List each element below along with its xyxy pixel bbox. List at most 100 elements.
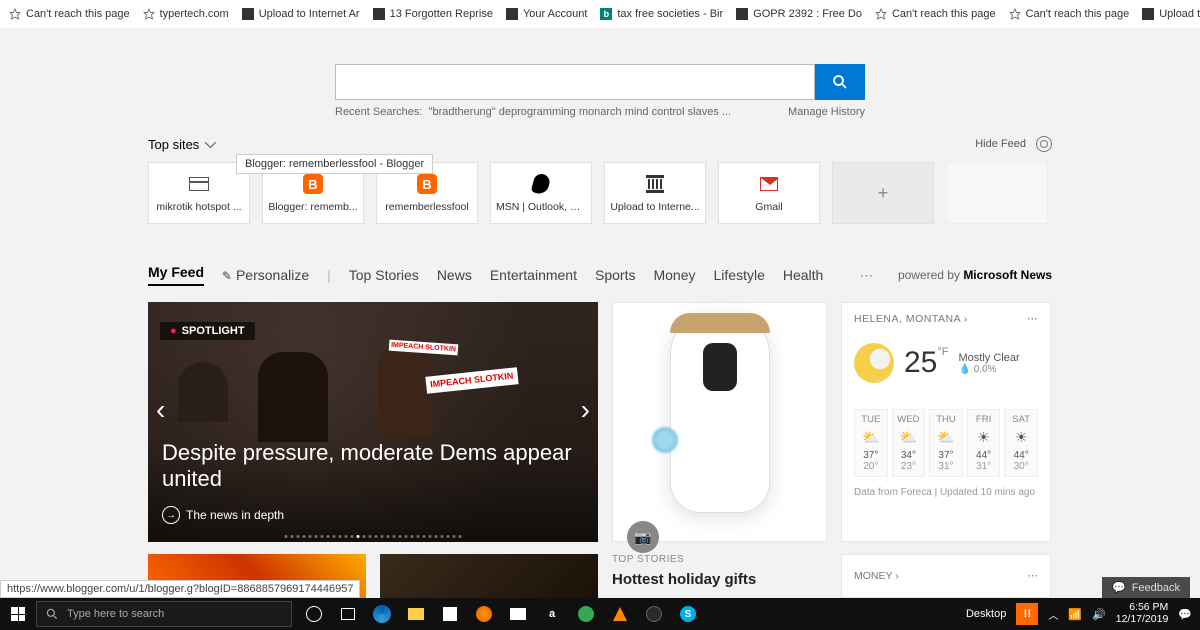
- card-more-icon[interactable]: ⋯: [1027, 313, 1038, 325]
- notification-app-icon[interactable]: !!: [1016, 603, 1038, 625]
- action-center-icon[interactable]: 💬: [1178, 608, 1192, 621]
- weather-location[interactable]: HELENA, MONTANA ›: [854, 313, 968, 325]
- forecast-day[interactable]: TUE⛅37°20°: [854, 409, 888, 477]
- volume-icon[interactable]: 🔊: [1092, 608, 1106, 621]
- forecast-day[interactable]: WED⛅34°23°: [892, 409, 926, 477]
- weather-condition: Mostly Clear: [959, 352, 1020, 364]
- taskbar-app-amazon[interactable]: a: [536, 598, 568, 630]
- feed-nav-item[interactable]: Sports: [595, 267, 635, 283]
- bookmark-item[interactable]: Upload to Internet Ar: [1141, 7, 1200, 21]
- amazon-icon: a: [549, 608, 555, 620]
- weather-card[interactable]: HELENA, MONTANA › ⋯ 25°F Mostly Clear 💧 …: [841, 302, 1051, 542]
- manage-history-link[interactable]: Manage History: [788, 106, 865, 118]
- internet-archive-icon: [646, 175, 664, 193]
- taskbar-app-vlc[interactable]: [604, 598, 636, 630]
- taskbar-app-skype[interactable]: S: [672, 598, 704, 630]
- feed-nav-item[interactable]: Money: [653, 267, 695, 283]
- comment-icon: 💬: [1112, 581, 1126, 594]
- bookmark-item[interactable]: Can't reach this page: [874, 7, 996, 21]
- current-temp: 25: [904, 346, 937, 379]
- bookmark-item[interactable]: GOPR 2392 : Free Do: [735, 7, 862, 21]
- bookmark-label: typertech.com: [160, 8, 229, 20]
- bookmark-item[interactable]: typertech.com: [142, 7, 229, 21]
- forecast-day[interactable]: SAT☀44°30°: [1004, 409, 1038, 477]
- tray-chevron-up-icon[interactable]: ︿: [1048, 607, 1058, 622]
- bookmark-item[interactable]: Your Account: [505, 7, 587, 21]
- forecast-low: 31°: [930, 461, 962, 472]
- blogger-icon: B: [417, 174, 437, 194]
- cortana-icon[interactable]: [298, 598, 330, 630]
- search-button[interactable]: [815, 64, 865, 100]
- forecast-high: 44°: [1005, 450, 1037, 461]
- network-icon[interactable]: 📶: [1068, 608, 1082, 621]
- bookmark-item[interactable]: 13 Forgotten Reprise: [372, 7, 493, 21]
- weather-icon: ☀: [1005, 429, 1037, 446]
- recent-label: Recent Searches:: [335, 106, 422, 118]
- top-site-tile[interactable]: Upload to Interne...: [604, 162, 706, 224]
- news-thumb[interactable]: [380, 554, 598, 598]
- bookmark-item[interactable]: Can't reach this page: [1008, 7, 1130, 21]
- top-site-tile[interactable]: MSN | Outlook, O...: [490, 162, 592, 224]
- top-sites-heading[interactable]: Top sites: [148, 137, 213, 152]
- feed-nav-item[interactable]: Lifestyle: [714, 267, 765, 283]
- tile-label: MSN | Outlook, O...: [496, 201, 586, 213]
- bookmark-item[interactable]: Upload to Internet Ar: [241, 7, 360, 21]
- taskbar-app-edge[interactable]: [366, 598, 398, 630]
- taskbar-search[interactable]: Type here to search: [36, 601, 292, 627]
- star-icon: [143, 8, 155, 20]
- favicon: [736, 8, 748, 20]
- forecast-day[interactable]: THU⛅37°31°: [929, 409, 963, 477]
- desktop-toolbar-label[interactable]: Desktop: [966, 608, 1006, 620]
- task-view-icon[interactable]: [332, 598, 364, 630]
- taskbar-app-generic[interactable]: [638, 598, 670, 630]
- taskbar-search-placeholder: Type here to search: [67, 608, 164, 620]
- weather-source-note: Data from Foreca | Updated 10 mins ago: [854, 487, 1038, 498]
- feedback-button[interactable]: 💬 Feedback: [1102, 577, 1190, 598]
- msn-icon: [531, 172, 552, 195]
- taskbar-app-mail[interactable]: [502, 598, 534, 630]
- camera-icon[interactable]: 📷: [627, 521, 659, 553]
- start-button[interactable]: [0, 598, 36, 630]
- product-image: [670, 313, 770, 513]
- search-input[interactable]: [335, 64, 815, 100]
- feed-nav: My Feed ✎ Personalize | Top Stories News E…: [148, 264, 1052, 286]
- taskbar-app-store[interactable]: [434, 598, 466, 630]
- tab-my-feed[interactable]: My Feed: [148, 264, 204, 286]
- add-tile-button[interactable]: +: [832, 162, 934, 224]
- carousel-next-button[interactable]: ›: [581, 394, 590, 426]
- top-site-tile[interactable]: Gmail: [718, 162, 820, 224]
- taskbar-app-explorer[interactable]: [400, 598, 432, 630]
- bookmark-label: Can't reach this page: [1026, 8, 1130, 20]
- carousel-prev-button[interactable]: ‹: [156, 394, 165, 426]
- carousel-dots[interactable]: [285, 535, 462, 538]
- news-in-depth-link[interactable]: → The news in depth: [162, 506, 284, 524]
- hide-feed-link[interactable]: Hide Feed: [975, 138, 1026, 150]
- personalize-link[interactable]: ✎ Personalize: [222, 267, 309, 283]
- top-story-card-image[interactable]: 📷: [612, 302, 827, 542]
- feed-nav-item[interactable]: Health: [783, 267, 823, 283]
- taskbar-app-firefox[interactable]: [468, 598, 500, 630]
- taskbar-app-tripadvisor[interactable]: [570, 598, 602, 630]
- taskbar-clock[interactable]: 6:56 PM 12/17/2019: [1116, 602, 1169, 625]
- divider: |: [327, 267, 331, 283]
- recent-terms[interactable]: "bradtherung" deprogramming monarch mind…: [429, 106, 732, 118]
- top-stories-card[interactable]: TOP STORIES Hottest holiday gifts: [612, 554, 827, 598]
- money-card[interactable]: MONEY › ⋯: [841, 554, 1051, 598]
- feed-nav-item[interactable]: Top Stories: [349, 267, 419, 283]
- card-more-icon[interactable]: ⋯: [1028, 570, 1039, 582]
- bookmark-item[interactable]: btax free societies - Bir: [599, 7, 723, 21]
- gear-icon[interactable]: [1036, 136, 1052, 152]
- store-icon: [443, 607, 457, 621]
- feed-nav-item[interactable]: Entertainment: [490, 267, 577, 283]
- feed-nav-more[interactable]: ⋯: [859, 267, 873, 284]
- recent-searches-row: Recent Searches: "bradtherung" deprogram…: [335, 106, 865, 118]
- forecast-high: 37°: [855, 450, 887, 461]
- top-site-tile[interactable]: mikrotik hotspot ...: [148, 162, 250, 224]
- feed-nav-item[interactable]: News: [437, 267, 472, 283]
- forecast-day[interactable]: FRI☀44°31°: [967, 409, 1001, 477]
- bookmark-item[interactable]: Can't reach this page: [8, 7, 130, 21]
- spotlight-card[interactable]: IMPEACH SLOTKIN IMPEACH SLOTKIN SPOTLIGH…: [148, 302, 598, 542]
- edge-icon: [373, 605, 391, 623]
- weather-icon: ☀: [968, 429, 1000, 446]
- chevron-right-icon: ›: [964, 313, 968, 325]
